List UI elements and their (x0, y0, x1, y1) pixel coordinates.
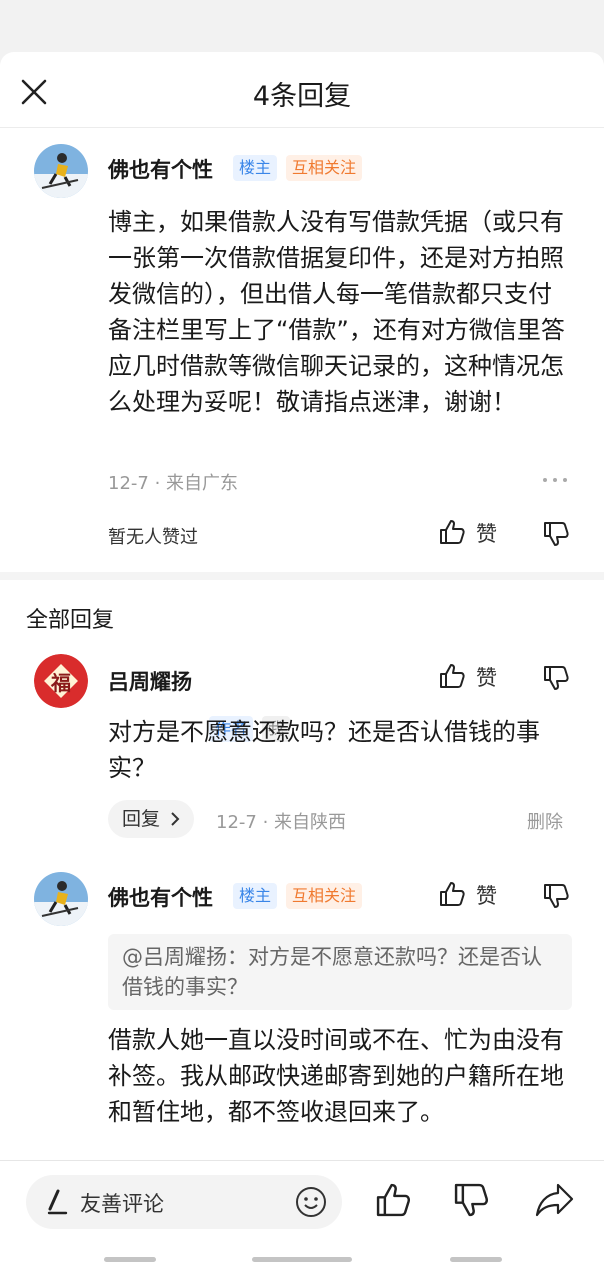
mutual-follow-badge: 互相关注 (286, 883, 363, 909)
username[interactable]: 佛也有个性 (108, 154, 213, 184)
dislike-button[interactable] (542, 520, 570, 552)
reply-sheet: 4条回复 佛也有个性 楼主 互相关注 博主，如果借款人没有写借款凭据（或只有一张… (0, 52, 604, 1279)
username[interactable]: 佛也有个性 (108, 882, 213, 912)
skier-avatar-icon (34, 872, 88, 926)
avatar[interactable]: 福 (34, 654, 88, 708)
section-title: 全部回复 (26, 608, 115, 633)
likes-summary: 暂无人赞过 (108, 527, 198, 548)
nav-handle (104, 1257, 156, 1262)
thumbs-down-icon (544, 884, 569, 908)
like-label: 赞 (476, 884, 497, 908)
thumbs-down-icon (544, 522, 569, 546)
chevron-right-icon (171, 812, 180, 826)
thumbs-down-icon (454, 1183, 488, 1217)
dislike-button[interactable] (542, 882, 570, 914)
bottom-action-bar: 友善评论 (0, 1160, 604, 1279)
home-indicator[interactable] (252, 1257, 352, 1262)
thumbs-up-icon (440, 882, 465, 906)
delete-button[interactable]: 删除 (527, 808, 563, 834)
comment-text: 博主，如果借款人没有写借款凭据（或只有一张第一次借款借据复印件，还是对方拍照发微… (108, 208, 565, 416)
like-label: 赞 (476, 666, 497, 690)
thumbs-down-icon (544, 666, 569, 690)
like-post-button[interactable] (374, 1181, 412, 1223)
dislike-post-button[interactable] (452, 1181, 490, 1223)
thumbs-up-icon (440, 664, 465, 688)
mutual-follow-badge: 互相关注 (286, 155, 363, 181)
section-divider (0, 572, 604, 580)
owner-badge: 楼主 (233, 883, 278, 909)
reply-text: 借款人她一直以没时间或不在、忙为由没有补签。我从邮政快递邮寄到她的户籍所在地和暂… (108, 1026, 564, 1126)
skier-avatar-icon (34, 144, 88, 198)
thumbs-up-icon (440, 520, 465, 544)
reply-text: 对方是不愿意还款吗？还是否认借钱的事实？ (108, 718, 540, 782)
sheet-header: 4条回复 (0, 52, 604, 128)
reply-meta: 12-7 · 来自陕西 (216, 812, 347, 833)
avatar[interactable] (34, 144, 88, 198)
like-label: 赞 (476, 522, 497, 546)
pen-icon (47, 1189, 68, 1215)
emoji-icon (296, 1187, 326, 1217)
avatar[interactable] (34, 872, 88, 926)
share-icon (535, 1183, 574, 1217)
comment-input[interactable]: 友善评论 (26, 1175, 342, 1229)
comment-meta: 12-7 · 来自广东 (108, 473, 239, 494)
like-button[interactable]: 赞 (438, 516, 502, 550)
reply-button-label: 回复 (122, 808, 161, 830)
thumbs-up-icon (376, 1183, 410, 1217)
share-button[interactable] (534, 1181, 576, 1223)
owner-badge: 楼主 (233, 155, 278, 181)
avatar-character: 福 (51, 671, 71, 695)
quoted-reply: @吕周耀扬：对方是不愿意还款吗？还是否认借钱的事实？ (108, 934, 572, 1010)
nav-handle (450, 1257, 502, 1262)
username[interactable]: 吕周耀扬 (108, 666, 192, 696)
reply-button[interactable]: 回复 (108, 800, 194, 838)
comment-placeholder: 友善评论 (80, 1192, 164, 1216)
dislike-button[interactable] (542, 664, 570, 696)
more-options-icon[interactable] (540, 470, 570, 494)
page-title: 4条回复 (252, 81, 352, 112)
like-button[interactable]: 赞 (438, 878, 502, 912)
like-button[interactable]: 赞 (438, 660, 502, 694)
